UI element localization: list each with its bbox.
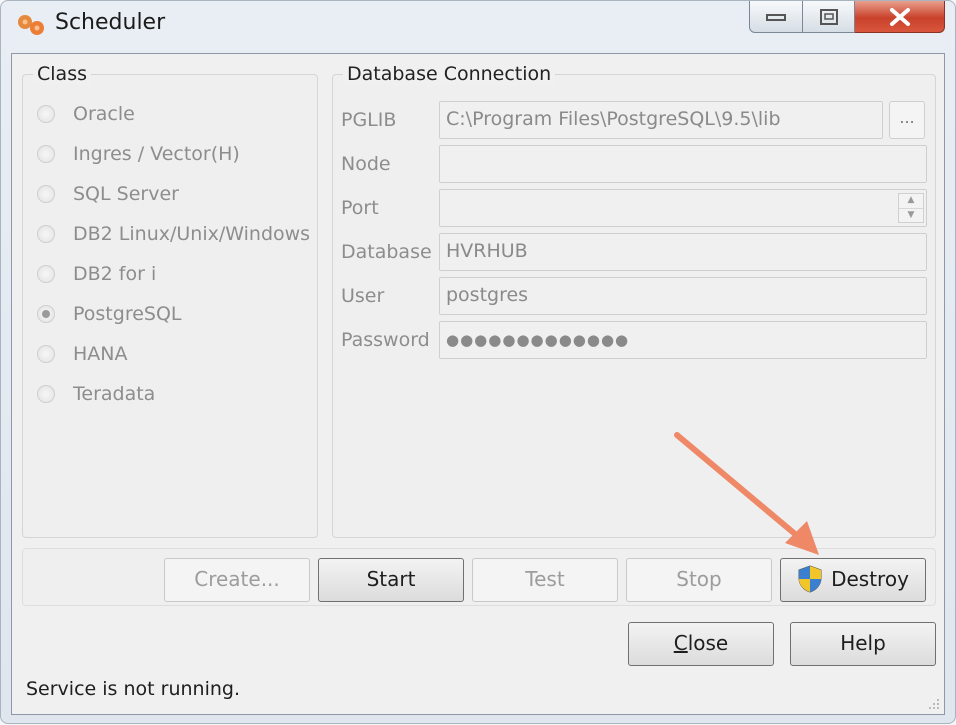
radio-label: DB2 for i (73, 263, 157, 285)
password-label: Password (341, 329, 430, 351)
pglib-label: PGLIB (341, 109, 397, 131)
radio-sql-server[interactable]: SQL Server (37, 179, 179, 209)
destroy-button[interactable]: Destroy (780, 558, 926, 602)
destroy-label: Destroy (831, 567, 909, 591)
radio-button[interactable] (37, 185, 55, 203)
radio-oracle[interactable]: Oracle (37, 99, 135, 129)
window-controls (749, 1, 945, 35)
title-bar[interactable]: Scheduler (1, 1, 955, 51)
radio-label: Teradata (73, 383, 156, 405)
radio-label: DB2 Linux/Unix/Windows (73, 223, 311, 245)
close-button[interactable]: Close (628, 622, 774, 666)
resize-grip-icon[interactable] (926, 696, 940, 710)
port-spinbox[interactable]: ▲ ▼ (439, 189, 927, 227)
radio-hana[interactable]: HANA (37, 339, 128, 369)
start-button[interactable]: Start (318, 558, 464, 602)
close-window-button[interactable] (855, 1, 945, 33)
port-spin-buttons[interactable]: ▲ ▼ (898, 193, 924, 223)
browse-pglib-button[interactable]: ... (889, 101, 925, 139)
radio-teradata[interactable]: Teradata (37, 379, 155, 409)
pglib-input[interactable]: C:\Program Files\PostgreSQL\9.5\lib (439, 101, 883, 139)
maximize-button[interactable] (803, 1, 855, 33)
maximize-icon (819, 8, 838, 25)
create-button[interactable]: Create... (164, 558, 310, 602)
help-button[interactable]: Help (790, 622, 936, 666)
spin-up-icon[interactable]: ▲ (899, 194, 923, 209)
node-label: Node (341, 153, 391, 175)
dialog-client-area: Class Oracle Ingres / Vector(H) SQL Serv… (11, 53, 945, 715)
status-text: Service is not running. (26, 678, 240, 700)
user-label: User (341, 285, 385, 307)
radio-ingres-vector[interactable]: Ingres / Vector(H) (37, 139, 240, 169)
port-label: Port (341, 197, 379, 219)
spin-down-icon[interactable]: ▼ (899, 209, 923, 223)
radio-label: HANA (73, 343, 128, 365)
radio-db2-for-i[interactable]: DB2 for i (37, 259, 156, 289)
uac-shield-icon (798, 564, 822, 593)
test-button[interactable]: Test (472, 558, 618, 602)
window-title: Scheduler (55, 10, 166, 35)
close-label: lose (687, 631, 729, 655)
class-group-title: Class (33, 63, 91, 85)
radio-label: Oracle (73, 103, 135, 125)
scheduler-window: Scheduler Class Oracle Ingres / Vector(H (0, 0, 956, 724)
class-groupbox: Class Oracle Ingres / Vector(H) SQL Serv… (22, 63, 318, 538)
close-icon (889, 7, 910, 26)
radio-button[interactable] (37, 225, 55, 243)
radio-button[interactable] (37, 105, 55, 123)
minimize-icon (766, 13, 786, 21)
password-input[interactable]: ●●●●●●●●●●●●● (439, 321, 927, 359)
radio-postgresql[interactable]: PostgreSQL (37, 299, 182, 329)
radio-label: Ingres / Vector(H) (73, 143, 240, 165)
radio-label: PostgreSQL (73, 303, 182, 325)
minimize-button[interactable] (749, 1, 803, 33)
radio-db2-luw[interactable]: DB2 Linux/Unix/Windows (37, 219, 310, 249)
database-label: Database (341, 241, 432, 263)
radio-button-selected[interactable] (37, 305, 55, 323)
node-input[interactable] (439, 145, 927, 183)
database-connection-title: Database Connection (343, 63, 556, 85)
radio-label: SQL Server (73, 183, 179, 205)
user-input[interactable]: postgres (439, 277, 927, 315)
scheduler-gears-icon (18, 15, 44, 35)
radio-button[interactable] (37, 145, 55, 163)
database-input[interactable]: HVRHUB (439, 233, 927, 271)
stop-button[interactable]: Stop (626, 558, 772, 602)
radio-button[interactable] (37, 345, 55, 363)
radio-button[interactable] (37, 265, 55, 283)
radio-button[interactable] (37, 385, 55, 403)
close-mnemonic: C (673, 631, 688, 655)
database-connection-groupbox: Database Connection PGLIB C:\Program Fil… (332, 63, 936, 538)
